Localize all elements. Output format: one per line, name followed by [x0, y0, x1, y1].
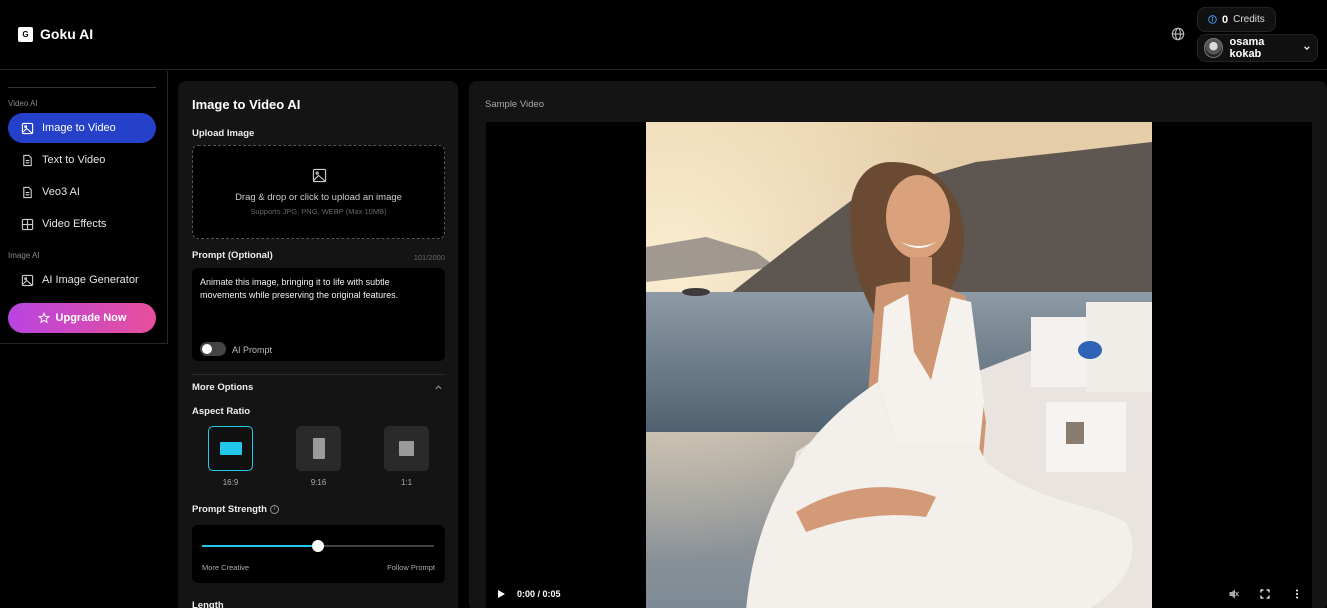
play-icon[interactable]	[496, 589, 506, 599]
video-time: 0:00 / 0:05	[517, 589, 561, 599]
page-title: Image to Video AI	[192, 97, 301, 112]
slider-fill	[202, 545, 318, 547]
grid-icon	[21, 218, 34, 230]
app-name: Goku AI	[40, 26, 94, 42]
slider-thumb[interactable]	[312, 540, 324, 552]
aspect-ratio-9-16[interactable]	[296, 426, 341, 471]
credits-label: Credits	[1233, 14, 1265, 25]
sidebar-item-label: Veo3 AI	[42, 186, 80, 198]
aspect-ratio-label-9-16: 9:16	[310, 478, 327, 487]
sidebar-item-label: Image to Video	[42, 122, 116, 134]
sample-video-label: Sample Video	[485, 99, 544, 110]
image-icon	[21, 122, 34, 134]
landscape-ratio-icon	[219, 442, 242, 455]
aspect-ratio-label-16-9: 16:9	[222, 478, 239, 487]
aspect-ratio-1-1[interactable]	[384, 426, 429, 471]
prompt-label: Prompt (Optional)	[192, 250, 273, 261]
slider-max-label: Follow Prompt	[387, 563, 435, 572]
credits-count: 0	[1222, 13, 1229, 26]
chevron-down-icon	[1304, 46, 1310, 50]
image-upload-dropzone[interactable]: Drag & drop or click to upload an image …	[192, 145, 445, 239]
logo-mark-icon: G	[18, 26, 33, 42]
aspect-ratio-label-1-1: 1:1	[400, 478, 413, 487]
info-icon	[1208, 15, 1217, 24]
toggle-knob	[202, 344, 212, 354]
user-name: osama kokab	[1229, 36, 1265, 60]
sidebar-item-label: Text to Video	[42, 154, 106, 166]
user-menu-button[interactable]: osama kokab	[1197, 34, 1318, 62]
top-header: G Goku AI 0 Credits osama kokab	[0, 0, 1327, 70]
chevron-up-icon[interactable]	[434, 383, 443, 392]
credits-badge[interactable]: 0 Credits	[1197, 7, 1276, 32]
square-ratio-icon	[399, 441, 414, 456]
section-label-image: Image AI	[8, 251, 40, 260]
length-label: Length	[192, 600, 224, 608]
upgrade-button[interactable]: Upgrade Now	[8, 303, 156, 333]
upload-hint: Supports JPG, PNG, WEBP (Max 10MB)	[250, 207, 387, 216]
sidebar: Video AI Image to Video Text to Video Ve…	[0, 71, 168, 344]
sidebar-item-label: Video Effects	[42, 218, 107, 230]
prompt-value: Animate this image, bringing it to life …	[200, 277, 399, 300]
video-frame	[646, 122, 1152, 608]
globe-icon[interactable]	[1171, 27, 1185, 41]
logo[interactable]: G Goku AI	[18, 26, 93, 42]
sidebar-divider	[8, 87, 156, 88]
image-icon	[21, 274, 34, 286]
upload-label: Upload Image	[192, 128, 255, 139]
sidebar-item-video-effects[interactable]: Video Effects	[8, 209, 156, 239]
mute-icon[interactable]	[1229, 589, 1239, 599]
info-icon[interactable]: i	[269, 504, 279, 514]
prompt-char-count: 101/2000	[413, 253, 445, 262]
section-label-video: Video AI	[8, 99, 38, 108]
more-options-toggle[interactable]: More Options	[192, 382, 253, 393]
prompt-textarea[interactable]: Animate this image, bringing it to life …	[192, 268, 445, 361]
aspect-ratio-label: Aspect Ratio	[192, 406, 251, 417]
fullscreen-icon[interactable]	[1260, 589, 1270, 599]
preview-panel: Sample Video 0:00 / 0:05	[469, 81, 1327, 608]
ai-prompt-label: AI Prompt	[232, 345, 273, 355]
more-options-icon[interactable]	[1292, 589, 1302, 599]
slider-min-label: More Creative	[202, 563, 250, 572]
sidebar-item-label: AI Image Generator	[42, 274, 139, 286]
prompt-strength-slider-container: More Creative Follow Prompt	[192, 525, 445, 583]
prompt-strength-label: Prompt Strength	[192, 504, 267, 515]
upload-instructions: Drag & drop or click to upload an image	[235, 192, 402, 203]
aspect-ratio-16-9[interactable]	[208, 426, 253, 471]
star-icon	[37, 312, 50, 324]
prompt-strength-heading: Prompt Strength i	[192, 504, 279, 515]
document-icon	[23, 154, 32, 166]
sidebar-item-ai-image-generator[interactable]: AI Image Generator	[8, 265, 156, 295]
ai-prompt-toggle[interactable]	[200, 342, 226, 356]
sidebar-item-image-to-video[interactable]: Image to Video	[8, 113, 156, 143]
document-icon	[23, 186, 32, 198]
avatar	[1204, 38, 1224, 58]
sidebar-item-veo3-ai[interactable]: Veo3 AI	[8, 177, 156, 207]
video-player[interactable]: 0:00 / 0:05	[486, 122, 1312, 608]
portrait-ratio-icon	[312, 438, 325, 459]
divider	[192, 374, 445, 375]
sidebar-item-text-to-video[interactable]: Text to Video	[8, 145, 156, 175]
upgrade-label: Upgrade Now	[55, 312, 127, 324]
image-upload-icon	[312, 168, 327, 183]
generation-form-panel: Image to Video AI Upload Image Drag & dr…	[178, 81, 458, 608]
